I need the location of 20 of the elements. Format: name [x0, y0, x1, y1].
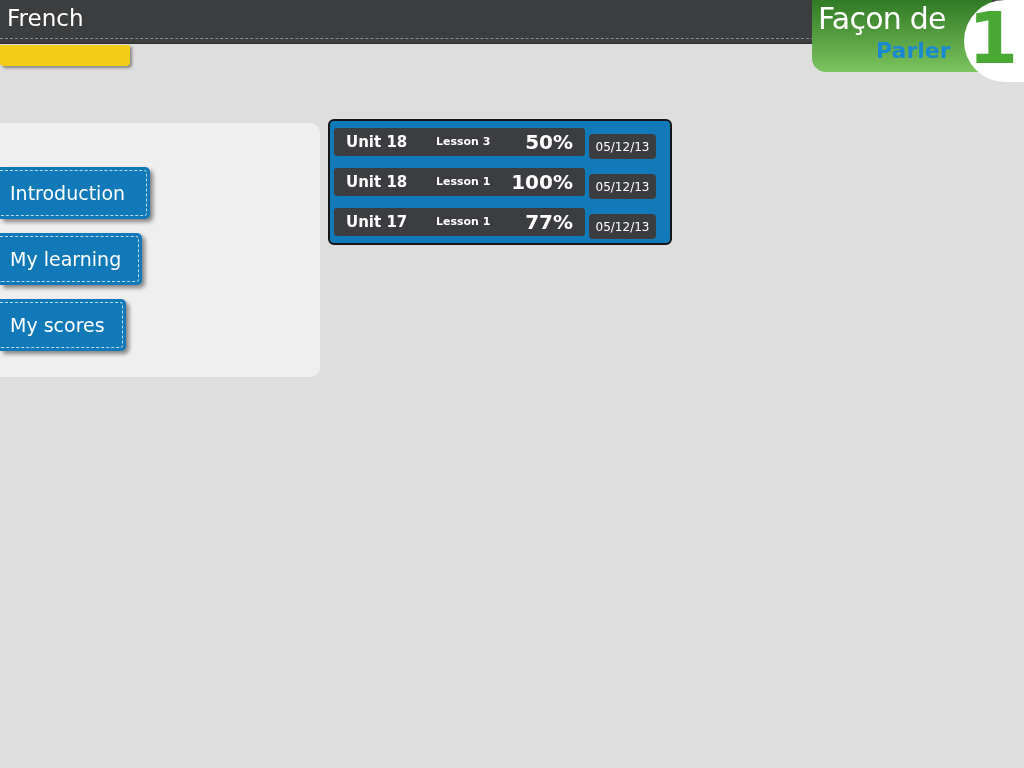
unit-label: Unit 17	[346, 211, 409, 233]
score-percent: 100%	[511, 169, 573, 196]
score-date: 05/12/13	[589, 214, 656, 239]
score-percent: 50%	[525, 129, 573, 156]
scores-tab[interactable]	[0, 45, 130, 66]
score-percent: 77%	[525, 209, 573, 236]
menu-button[interactable]: Introduction	[0, 167, 150, 219]
header-title: French	[7, 7, 84, 30]
logo-subtitle: Parler	[876, 40, 951, 62]
menu-button[interactable]: My scores	[0, 299, 126, 351]
lesson-label: Lesson 1	[436, 213, 491, 230]
menu-button[interactable]: My learning	[0, 233, 142, 285]
score-date: 05/12/13	[589, 134, 656, 159]
lesson-label: Lesson 1	[436, 173, 491, 190]
logo-number: 1	[967, 2, 1018, 74]
logo-title: Façon de	[818, 4, 946, 34]
unit-label: Unit 18	[346, 171, 409, 193]
unit-label: Unit 18	[346, 131, 409, 153]
score-date: 05/12/13	[589, 174, 656, 199]
lesson-label: Lesson 3	[436, 133, 491, 150]
